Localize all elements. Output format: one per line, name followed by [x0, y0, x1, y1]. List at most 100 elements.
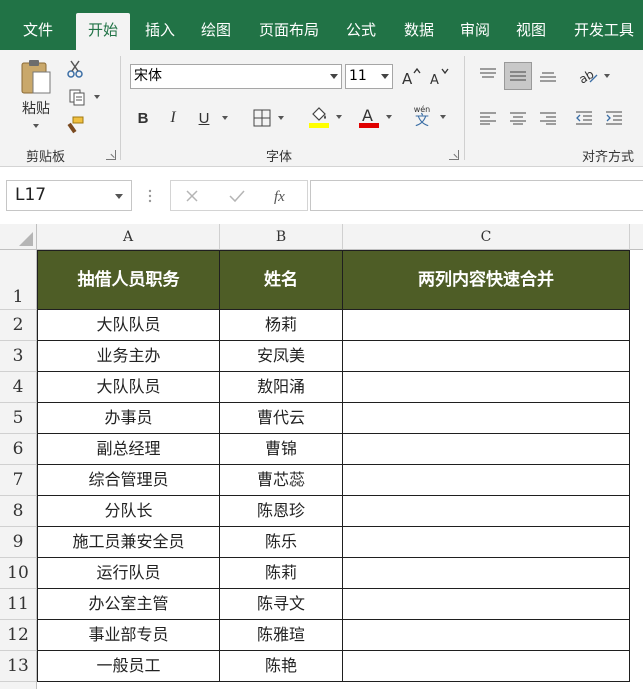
table-cell[interactable] [343, 403, 630, 434]
tab-insert[interactable]: 插入 [136, 13, 184, 50]
table-cell[interactable]: 施工员兼安全员 [37, 527, 220, 558]
italic-button[interactable]: I [163, 106, 183, 130]
table-cell[interactable]: 副总经理 [37, 434, 220, 465]
table-cell[interactable]: 曹代云 [220, 403, 343, 434]
select-all-button[interactable] [0, 224, 37, 250]
table-cell[interactable]: 综合管理员 [37, 465, 220, 496]
paste-dropdown-arrow[interactable] [33, 124, 39, 128]
table-cell[interactable]: 曹芯蕊 [220, 465, 343, 496]
table-cell[interactable]: 陈艳 [220, 651, 343, 682]
align-bottom-button[interactable] [536, 64, 560, 88]
table-cell[interactable]: 安凤美 [220, 341, 343, 372]
align-top-button[interactable] [476, 62, 500, 86]
row-header[interactable]: 4 [0, 372, 37, 403]
tab-view[interactable]: 视图 [508, 13, 554, 50]
increase-font-size-button[interactable]: A [400, 65, 422, 89]
tab-formulas[interactable]: 公式 [338, 13, 384, 50]
tab-file[interactable]: 文件 [8, 13, 68, 50]
format-painter-button[interactable] [64, 114, 86, 136]
table-cell[interactable]: 运行队员 [37, 558, 220, 589]
table-cell[interactable] [343, 527, 630, 558]
tab-developer[interactable]: 开发工具 [566, 13, 642, 50]
table-cell[interactable]: 陈寻文 [220, 589, 343, 620]
table-cell[interactable] [343, 434, 630, 465]
row-header[interactable]: 12 [0, 620, 37, 651]
table-cell[interactable]: 杨莉 [220, 310, 343, 341]
cut-button[interactable] [64, 58, 86, 80]
enter-check-icon[interactable] [229, 189, 245, 203]
row-header[interactable]: 9 [0, 527, 37, 558]
tab-draw[interactable]: 绘图 [192, 13, 240, 50]
table-cell[interactable]: 陈雅瑄 [220, 620, 343, 651]
table-cell[interactable]: 一般员工 [37, 651, 220, 682]
table-cell[interactable]: 陈恩珍 [220, 496, 343, 527]
copy-button[interactable] [64, 86, 104, 108]
copy-dropdown-arrow[interactable] [94, 95, 100, 99]
align-right-button[interactable] [536, 106, 560, 130]
table-cell[interactable]: 大队队员 [37, 310, 220, 341]
align-center-button[interactable] [506, 106, 530, 130]
row-header[interactable]: 2 [0, 310, 37, 341]
column-header-b[interactable]: B [220, 224, 343, 250]
row-header[interactable]: 3 [0, 341, 37, 372]
header-cell[interactable]: 两列内容快速合并 [343, 250, 630, 310]
bold-button[interactable]: B [133, 106, 153, 130]
table-cell[interactable] [343, 589, 630, 620]
table-cell[interactable] [343, 465, 630, 496]
header-cell[interactable]: 抽借人员职务 [37, 250, 220, 310]
font-dialog-launcher[interactable] [449, 150, 459, 160]
table-cell[interactable]: 敖阳涌 [220, 372, 343, 403]
clipboard-dialog-launcher[interactable] [106, 150, 116, 160]
row-header[interactable]: 6 [0, 434, 37, 465]
decrease-indent-button[interactable] [572, 106, 596, 130]
font-name-combobox[interactable]: 宋体 [130, 64, 342, 89]
table-cell[interactable] [343, 620, 630, 651]
table-cell[interactable]: 分队长 [37, 496, 220, 527]
tab-review[interactable]: 审阅 [452, 13, 498, 50]
borders-button[interactable] [248, 106, 288, 130]
row-header[interactable]: 13 [0, 651, 37, 682]
underline-dropdown[interactable] [218, 106, 232, 130]
tab-data[interactable]: 数据 [396, 13, 442, 50]
table-cell[interactable]: 大队队员 [37, 372, 220, 403]
table-cell[interactable] [343, 310, 630, 341]
row-header[interactable]: 7 [0, 465, 37, 496]
table-cell[interactable] [343, 651, 630, 682]
underline-button[interactable]: U [194, 106, 214, 130]
insert-function-icon[interactable]: fx [272, 186, 294, 206]
formula-input[interactable] [310, 180, 643, 211]
decrease-font-size-button[interactable]: A [428, 65, 450, 89]
table-cell[interactable]: 办公室主管 [37, 589, 220, 620]
table-cell[interactable] [343, 341, 630, 372]
table-cell[interactable]: 陈乐 [220, 527, 343, 558]
align-middle-button[interactable] [504, 62, 532, 90]
column-header-a[interactable]: A [37, 224, 220, 250]
orientation-button[interactable]: ab [574, 64, 614, 88]
row-header[interactable] [0, 682, 37, 689]
table-cell[interactable]: 业务主办 [37, 341, 220, 372]
row-header[interactable]: 10 [0, 558, 37, 589]
table-cell[interactable] [343, 558, 630, 589]
row-header[interactable]: 11 [0, 589, 37, 620]
table-cell[interactable]: 事业部专员 [37, 620, 220, 651]
phonetic-guide-button[interactable]: wén 文 [408, 104, 452, 130]
header-cell[interactable]: 姓名 [220, 250, 343, 310]
font-color-button[interactable]: A [354, 104, 396, 130]
column-header-d[interactable] [630, 224, 643, 250]
table-cell[interactable]: 办事员 [37, 403, 220, 434]
tab-home[interactable]: 开始 [76, 13, 130, 50]
font-size-combobox[interactable]: 11 [345, 64, 393, 89]
formula-bar-splitter[interactable] [147, 188, 153, 204]
row-header[interactable]: 1 [0, 250, 37, 310]
table-cell[interactable] [343, 372, 630, 403]
cancel-icon[interactable] [185, 189, 199, 203]
table-cell[interactable]: 曹锦 [220, 434, 343, 465]
increase-indent-button[interactable] [602, 106, 626, 130]
row-header[interactable]: 8 [0, 496, 37, 527]
name-box[interactable]: L17 [6, 180, 132, 211]
align-left-button[interactable] [476, 106, 500, 130]
tab-page-layout[interactable]: 页面布局 [252, 13, 326, 50]
column-header-c[interactable]: C [343, 224, 630, 250]
paste-button[interactable]: 粘贴 [14, 58, 58, 138]
fill-color-button[interactable] [304, 104, 346, 130]
